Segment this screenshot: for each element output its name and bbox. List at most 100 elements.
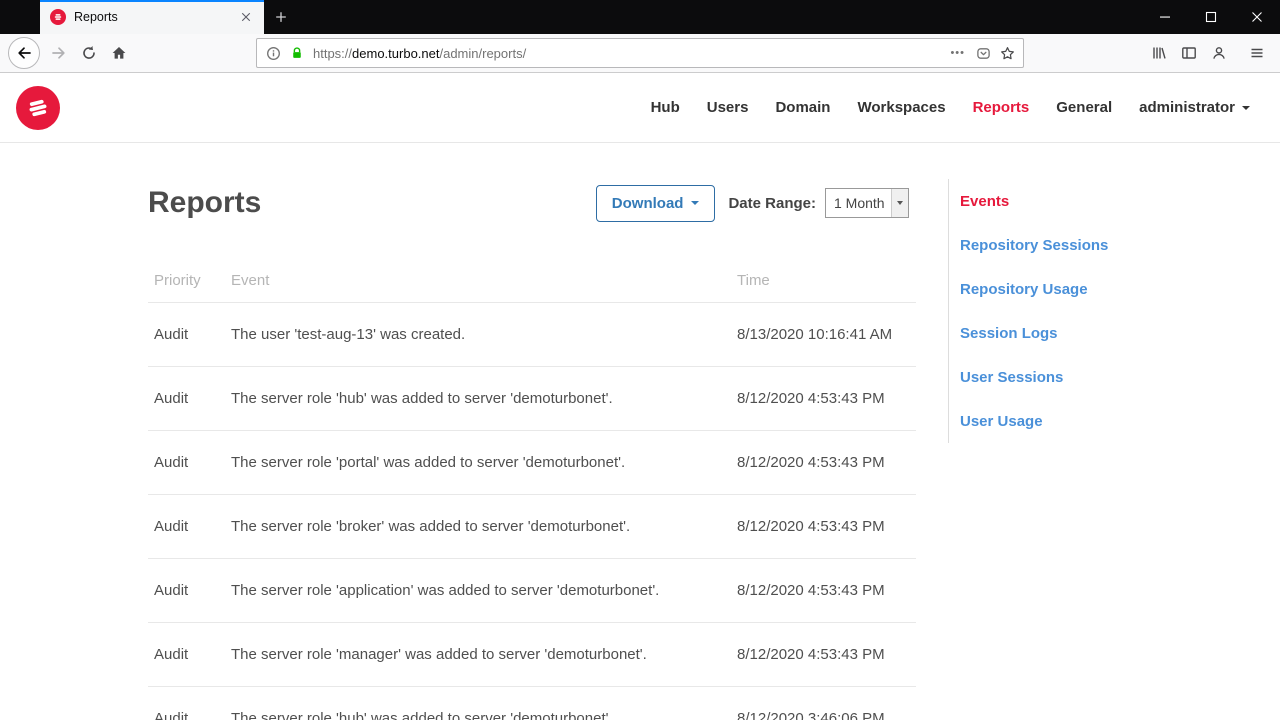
sidebar-item-user-usage[interactable]: User Usage (949, 399, 1208, 443)
column-header-priority: Priority (154, 272, 201, 289)
event-cell: The server role 'portal' was added to se… (231, 454, 626, 471)
info-icon (266, 46, 280, 60)
time-cell: 8/12/2020 4:53:43 PM (737, 582, 885, 599)
column-header-time: Time (737, 272, 770, 289)
event-cell: The server role 'broker' was added to se… (231, 518, 631, 535)
event-cell: The user 'test-aug-13' was created. (231, 326, 466, 343)
lock-icon (293, 47, 301, 58)
table-header-row: Priority Event Time (148, 259, 916, 303)
site-header: Hub Users Domain Workspaces Reports Gene… (0, 73, 1280, 143)
table-row: Audit The server role 'broker' was added… (148, 495, 916, 559)
account-dropdown[interactable]: administrator (1139, 99, 1250, 116)
sidebar-item-repository-usage[interactable]: Repository Usage (949, 267, 1208, 311)
report-controls: Download Date Range: 1 Month (595, 184, 916, 222)
arrow-right-icon (52, 47, 65, 59)
window-controls (1142, 0, 1280, 34)
back-button[interactable] (8, 37, 40, 69)
priority-cell: Audit (154, 710, 189, 720)
events-table: Priority Event Time Audit The user 'test… (148, 259, 916, 720)
time-cell: 8/12/2020 4:53:43 PM (737, 390, 885, 407)
table-row: Audit The user 'test-aug-13' was created… (148, 303, 916, 367)
nav-item-reports[interactable]: Reports (973, 99, 1030, 116)
event-cell: The server role 'hub' was added to serve… (231, 390, 613, 407)
priority-cell: Audit (154, 390, 189, 407)
priority-cell: Audit (154, 582, 189, 599)
chevron-down-icon (1242, 105, 1250, 110)
event-cell: The server role 'application' was added … (231, 582, 660, 599)
browser-tab-reports[interactable]: Reports (40, 0, 264, 34)
new-tab-button[interactable] (264, 0, 298, 34)
hamburger-icon (1251, 48, 1263, 58)
account-label: administrator (1139, 99, 1235, 116)
time-cell: 8/12/2020 4:53:43 PM (737, 646, 885, 663)
star-icon (1000, 46, 1014, 59)
toolbar-right-buttons (1144, 38, 1272, 68)
account-button[interactable] (1204, 38, 1234, 68)
download-button[interactable]: Download (595, 184, 716, 222)
date-range-value: 1 Month (834, 195, 885, 211)
nav-item-users[interactable]: Users (707, 99, 749, 116)
priority-cell: Audit (154, 646, 189, 663)
turbo-logo[interactable] (16, 85, 60, 130)
account-icon (1213, 47, 1225, 59)
table-row: Audit The server role 'hub' was added to… (148, 687, 916, 720)
close-window-button[interactable] (1234, 0, 1280, 34)
nav-item-workspaces[interactable]: Workspaces (857, 99, 945, 116)
browser-toolbar: https://demo.turbo.net/admin/reports/ ••… (0, 34, 1280, 73)
event-cell: The server role 'manager' was added to s… (231, 646, 647, 663)
column-header-event: Event (231, 272, 270, 289)
download-button-label: Download (611, 194, 684, 212)
sidebar-item-events[interactable]: Events (949, 179, 1208, 223)
forward-button[interactable] (44, 38, 74, 68)
menu-button[interactable] (1242, 38, 1272, 68)
content-header: Reports Download Date Range: 1 Month (148, 183, 916, 223)
page-actions-button[interactable]: ••• (944, 47, 971, 59)
sidebar-icon (1182, 47, 1196, 59)
nav-item-hub[interactable]: Hub (651, 99, 680, 116)
table-row: Audit The server role 'hub' was added to… (148, 367, 916, 431)
table-row: Audit The server role 'manager' was adde… (148, 623, 916, 687)
https-lock-button[interactable] (285, 41, 309, 65)
sidebar-item-repository-sessions[interactable]: Repository Sessions (949, 223, 1208, 267)
library-button[interactable] (1144, 38, 1174, 68)
nav-item-domain[interactable]: Domain (775, 99, 830, 116)
time-cell: 8/12/2020 4:53:43 PM (737, 518, 885, 535)
select-arrow (891, 189, 908, 217)
bookmark-star-button[interactable] (995, 41, 1019, 65)
time-cell: 8/12/2020 4:53:43 PM (737, 454, 885, 471)
page-info-button[interactable] (261, 41, 285, 65)
tab-close-button[interactable] (236, 7, 256, 27)
minimize-button[interactable] (1142, 0, 1188, 34)
date-range-select[interactable]: 1 Month (825, 188, 909, 218)
home-button[interactable] (104, 38, 134, 68)
turbo-logo-icon (29, 99, 47, 116)
url-host: demo.turbo.net (352, 45, 440, 61)
main-panel: Reports Download Date Range: 1 Month Pri… (148, 143, 916, 720)
tab-title: Reports (74, 10, 118, 24)
reload-button[interactable] (74, 38, 104, 68)
priority-cell: Audit (154, 326, 189, 343)
pocket-button[interactable] (971, 41, 995, 65)
sidebar-item-session-logs[interactable]: Session Logs (949, 311, 1208, 355)
pocket-icon (976, 47, 990, 59)
event-cell: The server role 'hub' was added to serve… (231, 710, 613, 720)
chevron-down-icon (897, 201, 903, 205)
page-content: Reports Download Date Range: 1 Month Pri… (0, 143, 1280, 720)
url-scheme: https:// (313, 45, 353, 61)
browser-titlebar: Reports (0, 0, 1280, 34)
date-range-label: Date Range: (728, 194, 816, 212)
reports-sidebar: Events Repository Sessions Repository Us… (948, 179, 1208, 443)
priority-cell: Audit (154, 454, 189, 471)
url-path: /admin/reports/ (439, 45, 527, 61)
caret-down-icon (691, 201, 700, 205)
url-bar[interactable]: https://demo.turbo.net/admin/reports/ ••… (256, 38, 1024, 68)
maximize-button[interactable] (1188, 0, 1234, 34)
table-row: Audit The server role 'application' was … (148, 559, 916, 623)
sidebar-toggle-button[interactable] (1174, 38, 1204, 68)
time-cell: 8/13/2020 10:16:41 AM (737, 326, 893, 343)
nav-item-general[interactable]: General (1056, 99, 1112, 116)
sidebar-item-user-sessions[interactable]: User Sessions (949, 355, 1208, 399)
priority-cell: Audit (154, 518, 189, 535)
table-row: Audit The server role 'portal' was added… (148, 431, 916, 495)
site-nav: Hub Users Domain Workspaces Reports Gene… (651, 99, 1250, 116)
